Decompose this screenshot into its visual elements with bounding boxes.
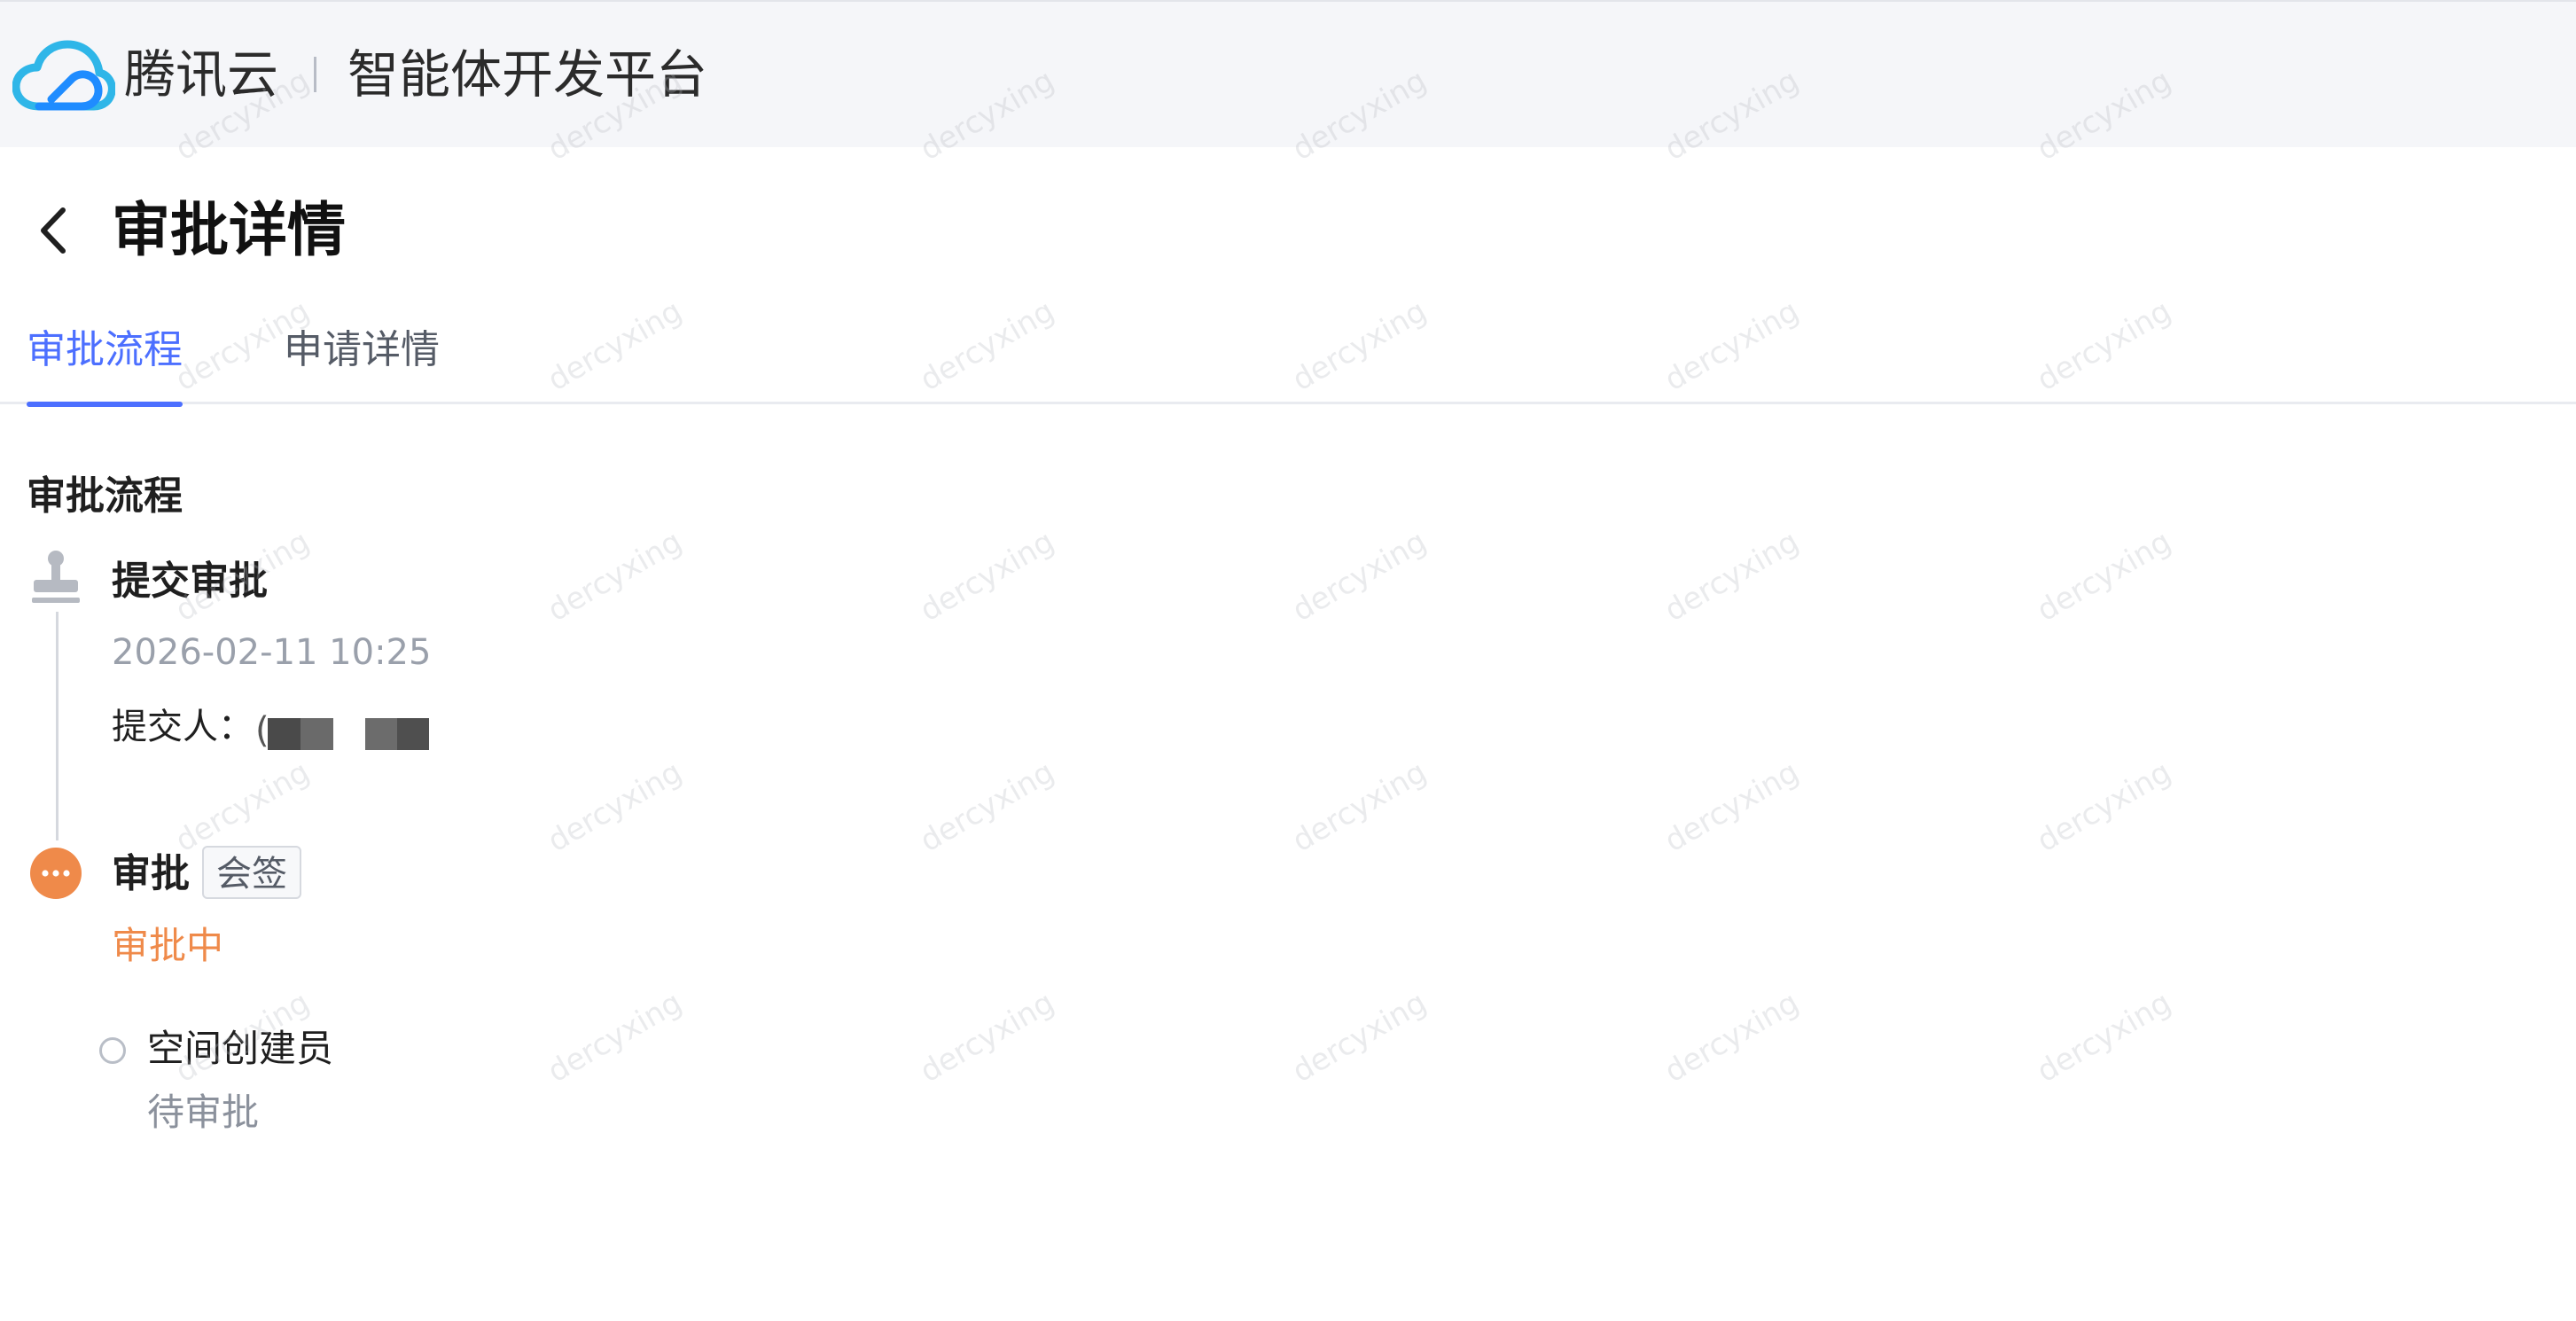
approver-radio[interactable] <box>99 1037 126 1064</box>
watermark-text: dercyxing <box>542 984 689 1090</box>
brand-divider <box>314 57 316 92</box>
watermark-text: dercyxing <box>542 754 689 860</box>
tab-approval-flow[interactable]: 审批流程 <box>27 319 183 407</box>
approval-status: 审批中 <box>112 924 224 967</box>
tab-bar: 审批流程 申请详情 <box>0 319 2576 407</box>
step-timestamp: 2026-02-11 10:25 <box>112 632 432 673</box>
countersign-tag: 会签 <box>202 846 301 899</box>
watermark-text: dercyxing <box>914 984 1061 1090</box>
watermark-text: dercyxing <box>914 754 1061 860</box>
watermark-text: dercyxing <box>169 754 316 860</box>
watermark-text: dercyxing <box>542 523 689 629</box>
submitter-label: 提交人： <box>112 707 254 747</box>
page-title: 审批详情 <box>112 196 346 264</box>
top-header: 腾讯云 智能体开发平台 <box>0 0 2576 147</box>
step-title-submit: 提交审批 <box>112 559 268 604</box>
tencent-cloud-logo-icon[interactable] <box>12 37 115 113</box>
watermark-text: dercyxing <box>1659 984 1806 1090</box>
product-name: 智能体开发平台 <box>347 44 708 105</box>
approver-status: 待审批 <box>147 1090 260 1134</box>
submitter-redacted-block <box>268 718 333 750</box>
watermark-text: dercyxing <box>1659 754 1806 860</box>
submitter-redacted-block <box>365 718 429 750</box>
watermark-text: dercyxing <box>2031 523 2178 629</box>
watermark-text: dercyxing <box>1286 754 1433 860</box>
watermark-text: dercyxing <box>1286 523 1433 629</box>
tab-application-details[interactable]: 申请详情 <box>284 319 440 404</box>
step-title-approval: 审批 <box>112 851 190 896</box>
approver-name: 空间创建员 <box>147 1027 334 1070</box>
more-dots-icon <box>30 848 82 899</box>
watermark-text: dercyxing <box>2031 754 2178 860</box>
watermark-text: dercyxing <box>1659 523 1806 629</box>
brand-name: 腾讯云 <box>124 44 279 105</box>
back-button[interactable] <box>27 197 80 264</box>
watermark-text: dercyxing <box>1286 984 1433 1090</box>
watermark-text: dercyxing <box>2031 984 2178 1090</box>
section-title: 审批流程 <box>27 473 183 519</box>
stamp-icon <box>32 551 80 603</box>
watermark-text: dercyxing <box>914 523 1061 629</box>
timeline-connector <box>56 612 59 840</box>
chevron-left-icon <box>41 207 66 254</box>
